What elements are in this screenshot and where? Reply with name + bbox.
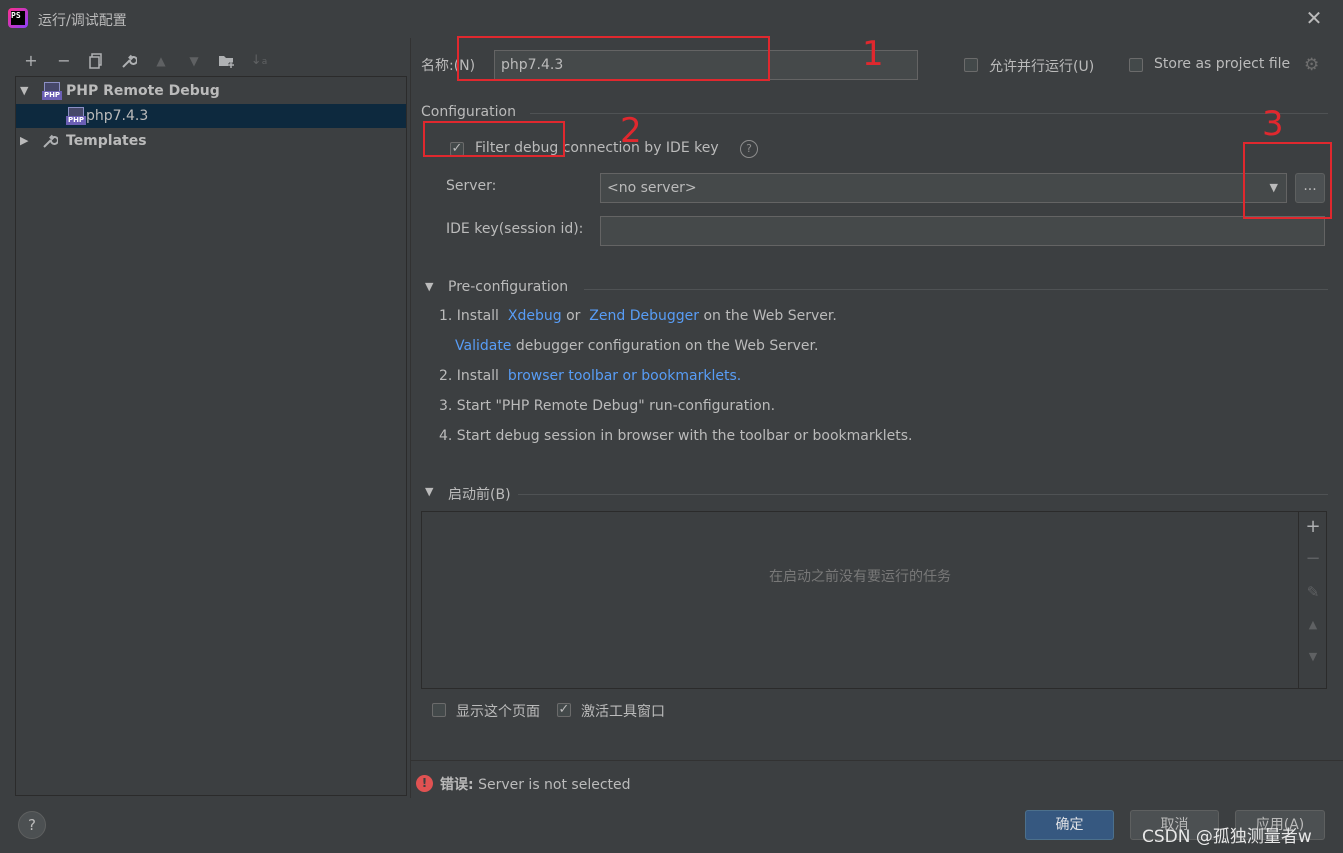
remove-task-icon[interactable]: −: [1302, 548, 1324, 570]
close-icon[interactable]: ✕: [1303, 7, 1325, 29]
empty-task-message: 在启动之前没有要运行的任务: [769, 569, 951, 585]
move-up-icon[interactable]: ▲: [150, 50, 172, 72]
preconfig-step3: 3. Start "PHP Remote Debug" run-configur…: [439, 398, 776, 414]
help-circle-icon[interactable]: ?: [740, 140, 758, 158]
move-down-icon[interactable]: ▼: [183, 50, 205, 72]
show-page-label: 显示这个页面: [456, 704, 540, 720]
idekey-label: IDE key(session id):: [446, 221, 584, 237]
error-separator: [410, 760, 1343, 761]
annotation-number-3: 3: [1262, 104, 1284, 144]
activate-tool-label: 激活工具窗口: [581, 704, 665, 720]
error-icon: !: [416, 775, 433, 792]
ok-button[interactable]: 确定: [1025, 810, 1114, 840]
configuration-separator: [530, 113, 1328, 114]
before-launch-header: 启动前(B): [448, 487, 511, 503]
annotation-box-2: [423, 121, 565, 157]
before-launch-task-list[interactable]: 在启动之前没有要运行的任务: [421, 511, 1327, 689]
collapse-arrow-icon[interactable]: ▶: [20, 129, 32, 153]
expand-arrow-icon[interactable]: ▼: [20, 79, 32, 103]
preconfig-step1: 1. Install Xdebug or Zend Debugger on th…: [439, 308, 837, 324]
php-remote-debug-icon: PHP: [66, 107, 86, 125]
browser-toolbar-link[interactable]: browser toolbar or bookmarklets.: [508, 368, 741, 384]
tree-item-php743[interactable]: PHP php7.4.3: [16, 104, 406, 128]
before-launch-separator: [518, 494, 1328, 495]
store-project-label: Store as project file: [1154, 56, 1291, 72]
store-project-checkbox[interactable]: [1129, 58, 1143, 72]
help-button[interactable]: ?: [18, 811, 46, 839]
move-task-up-icon[interactable]: ▲: [1302, 614, 1324, 636]
edit-task-icon[interactable]: ✎: [1302, 581, 1324, 603]
tree-group-php-remote-debug[interactable]: ▼ PHP PHP Remote Debug: [16, 79, 406, 103]
parallel-run-label: 允许并行运行(U): [989, 59, 1095, 75]
remove-icon[interactable]: −: [53, 50, 75, 72]
validate-link[interactable]: Validate: [455, 338, 511, 354]
annotation-number-2: 2: [620, 111, 642, 151]
watermark: CSDN @孤独测量者w: [1142, 827, 1312, 847]
preconfig-step4: 4. Start debug session in browser with t…: [439, 428, 913, 444]
annotation-number-1: 1: [862, 34, 884, 74]
configuration-tree: ▼ PHP PHP Remote Debug PHP php7.4.3 ▶ Te…: [15, 76, 407, 796]
title-bar: [0, 0, 1343, 38]
tree-templates-label: Templates: [66, 133, 147, 149]
zend-debugger-link[interactable]: Zend Debugger: [589, 308, 699, 324]
tree-group-templates[interactable]: ▶ Templates: [16, 129, 406, 153]
server-select[interactable]: <no server> ▼: [600, 173, 1287, 203]
parallel-run-checkbox[interactable]: [964, 58, 978, 72]
show-page-checkbox[interactable]: [432, 703, 446, 717]
preconfig-collapse-icon[interactable]: ▼: [425, 280, 433, 293]
tree-item-label: php7.4.3: [86, 108, 149, 124]
preconfig-separator: [584, 289, 1328, 290]
window-title: 运行/调试配置: [38, 13, 127, 29]
copy-icon[interactable]: [85, 50, 107, 72]
panel-divider: [410, 38, 411, 798]
phpstorm-logo-icon: PS: [8, 8, 28, 28]
annotation-box-1: [457, 36, 770, 81]
preconfig-header: Pre-configuration: [448, 279, 569, 295]
server-select-value: <no server>: [607, 180, 697, 196]
wrench-icon: [42, 133, 59, 157]
sort-icon[interactable]: ↓a: [248, 50, 270, 72]
move-task-down-icon[interactable]: ▼: [1302, 646, 1324, 668]
error-message: 错误: Server is not selected: [440, 777, 631, 793]
before-launch-collapse-icon[interactable]: ▼: [425, 485, 433, 498]
new-folder-icon[interactable]: [216, 50, 238, 72]
preconfig-validate: Validate debugger configuration on the W…: [455, 338, 819, 354]
server-label: Server:: [446, 178, 497, 194]
wrench-icon[interactable]: [118, 50, 140, 72]
configuration-header: Configuration: [421, 104, 516, 120]
tree-group-label: PHP Remote Debug: [66, 83, 220, 99]
gear-icon[interactable]: ⚙: [1304, 55, 1319, 75]
add-task-icon[interactable]: +: [1302, 516, 1324, 538]
xdebug-link[interactable]: Xdebug: [508, 308, 562, 324]
preconfig-step2: 2. Install browser toolbar or bookmarkle…: [439, 368, 742, 384]
annotation-box-3: [1243, 142, 1332, 219]
activate-tool-checkbox[interactable]: ✓: [557, 703, 571, 717]
idekey-input[interactable]: [600, 216, 1325, 246]
add-icon[interactable]: +: [20, 50, 42, 72]
task-toolbar-divider: [1298, 512, 1299, 688]
php-remote-debug-icon: PHP: [42, 82, 62, 100]
